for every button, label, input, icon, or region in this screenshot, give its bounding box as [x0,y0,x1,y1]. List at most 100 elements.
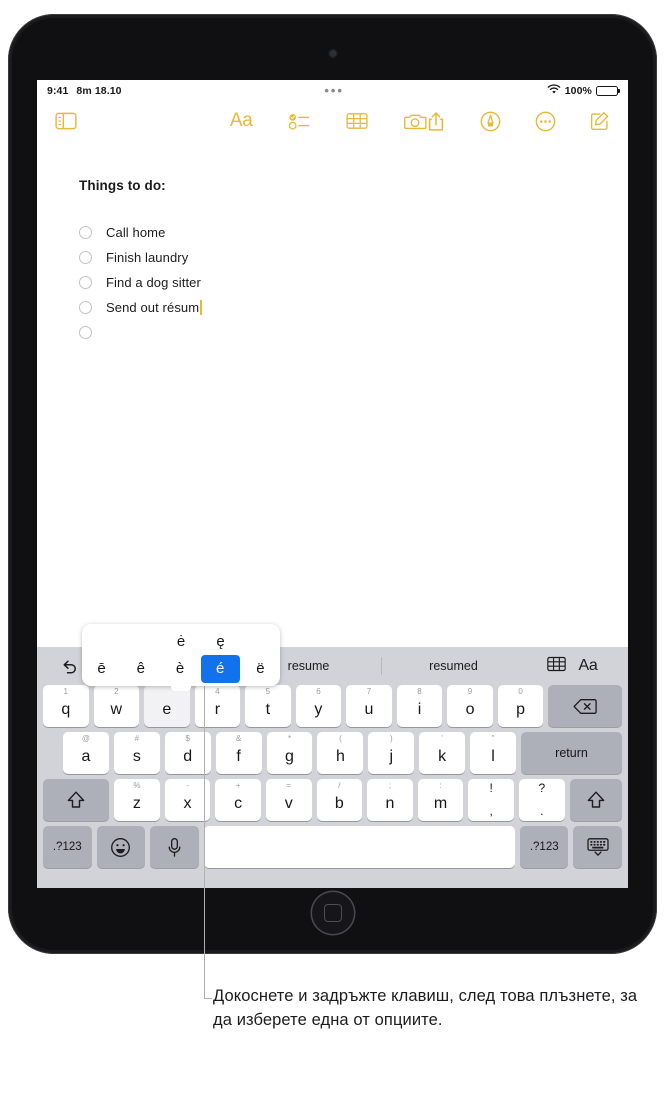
key-main-label: b [334,794,344,812]
accent-option-e-ogonek[interactable]: ę [201,628,241,655]
accent-option-e-grave[interactable]: è [160,655,199,682]
key-alt-label: 7 [366,687,372,696]
key-j[interactable]: ) j [368,732,415,774]
dismiss-keyboard-icon[interactable] [573,826,622,868]
predictive-bar-actions: Aa [526,656,618,677]
ipad-screen: 9:41 8m 18.10 ••• 100% Aa Things to do: … [37,80,628,888]
key-m[interactable]: : m [417,779,464,821]
accent-option[interactable] [122,628,162,655]
table-icon[interactable] [546,656,566,677]
key-l[interactable]: " l [470,732,517,774]
key-s[interactable]: # s [113,732,160,774]
accent-option-e-macron[interactable]: ē [82,655,121,682]
delete-backspace-icon[interactable] [548,685,623,727]
numbers-key-right[interactable]: .?123 [519,826,569,868]
key-alt-label: 4 [215,687,220,696]
key-f[interactable]: & f [215,732,262,774]
accent-option-e-diaeresis[interactable]: ë [241,655,280,682]
key-bottom-label: . [540,804,544,818]
key-exclam-comma[interactable]: ! , [468,779,514,821]
key-z[interactable]: % z [114,779,160,821]
checkbox-icon[interactable] [79,251,92,264]
multitask-handle[interactable]: ••• [122,84,547,97]
key-alt-label: 9 [467,687,473,696]
key-alt-label: 6 [316,687,321,696]
key-o[interactable]: 9 o [447,685,493,727]
status-date: 8m 18.10 [76,85,122,97]
key-k[interactable]: ' k [419,732,466,774]
checklist-item[interactable]: Call home [79,220,586,245]
shift-icon-left[interactable] [43,779,110,821]
key-b[interactable]: / b [316,779,363,821]
key-main-label: c [234,794,243,812]
key-alt-label: ' [441,734,443,743]
key-y[interactable]: 6 y [295,685,342,727]
key-p[interactable]: 0 p [497,685,544,727]
emoji-smiley-icon[interactable] [96,826,145,868]
share-icon[interactable] [427,106,445,136]
checkbox-icon[interactable] [79,301,92,314]
markup-pen-icon[interactable] [480,106,501,136]
keyboard-row-2: @ a # s $ d & f * g (h) j ' k " l retu… [41,732,624,774]
table-icon[interactable] [346,106,369,136]
more-ellipsis-icon[interactable] [535,106,556,136]
key-i[interactable]: 8 i [396,685,443,727]
key-v[interactable]: = v [265,779,312,821]
key-question-period[interactable]: ? . [519,779,565,821]
microphone-icon[interactable] [150,826,199,868]
checklist-icon[interactable] [288,106,311,136]
accent-option[interactable] [82,628,122,655]
prediction-resumed[interactable]: resumed [381,653,526,679]
key-g[interactable]: * g [266,732,313,774]
accent-option-e-circumflex[interactable]: ê [121,655,160,682]
status-bar-right: 100% [547,84,618,98]
checklist-item-empty[interactable] [79,320,586,345]
format-aa-button[interactable]: Aa [579,657,598,675]
status-time: 9:41 [47,85,69,97]
camera-icon[interactable] [404,106,427,136]
key-alt-label: ; [388,781,392,790]
ipad-device-frame: 9:41 8m 18.10 ••• 100% Aa Things to do: … [8,14,657,954]
checklist-item-active[interactable]: Send out résum [79,295,586,320]
space-key[interactable] [203,826,515,868]
key-top-label: ! [489,781,493,795]
key-main-label: u [364,700,374,718]
key-r[interactable]: 4 r [194,685,241,727]
checklist-item[interactable]: Finish laundry [79,245,586,270]
home-button[interactable] [311,892,354,934]
accent-option-e-acute-selected[interactable]: é [200,654,240,683]
key-main-label: k [438,747,447,765]
key-a[interactable]: @ a [63,732,109,774]
accent-option-e-dot[interactable]: ė [161,628,201,655]
notes-toolbar: Aa [37,102,628,140]
key-e-pressed[interactable]: e [144,685,190,727]
checkbox-icon[interactable] [79,226,92,239]
key-c[interactable]: + c [215,779,261,821]
key-main-label: x [183,794,192,812]
accent-option[interactable] [240,628,280,655]
checklist-item-label: Finish laundry [106,250,189,265]
checkbox-icon[interactable] [79,276,92,289]
text-cursor [200,300,202,315]
keyboard-row-3: % z - x + c = v / b ; n: m ! , ? . [41,779,624,821]
checklist-item[interactable]: Find a dog sitter [79,270,586,295]
key-t[interactable]: 5 t [245,685,291,727]
format-aa-button[interactable]: Aa [230,106,253,136]
key-main-label: f [236,747,241,765]
accent-character-popup[interactable]: ė ę ē ê è é ë [82,624,280,691]
numbers-key-left[interactable]: .?123 [43,826,92,868]
shift-icon-right[interactable] [569,779,623,821]
key-main-label: j [389,747,394,765]
key-u[interactable]: 7 u [346,685,392,727]
return-key[interactable]: return [521,732,622,774]
key-h[interactable]: ( h [317,732,364,774]
key-alt-label: & [235,734,242,743]
key-n[interactable]: ; n [367,779,413,821]
accent-popup-tail [171,683,191,691]
compose-icon[interactable] [590,106,610,136]
sidebar-icon[interactable] [55,106,77,136]
checkbox-icon[interactable] [79,326,92,339]
key-w[interactable]: 2 w [93,685,140,727]
key-main-label: t [265,700,271,718]
key-q[interactable]: 1 q [43,685,89,727]
